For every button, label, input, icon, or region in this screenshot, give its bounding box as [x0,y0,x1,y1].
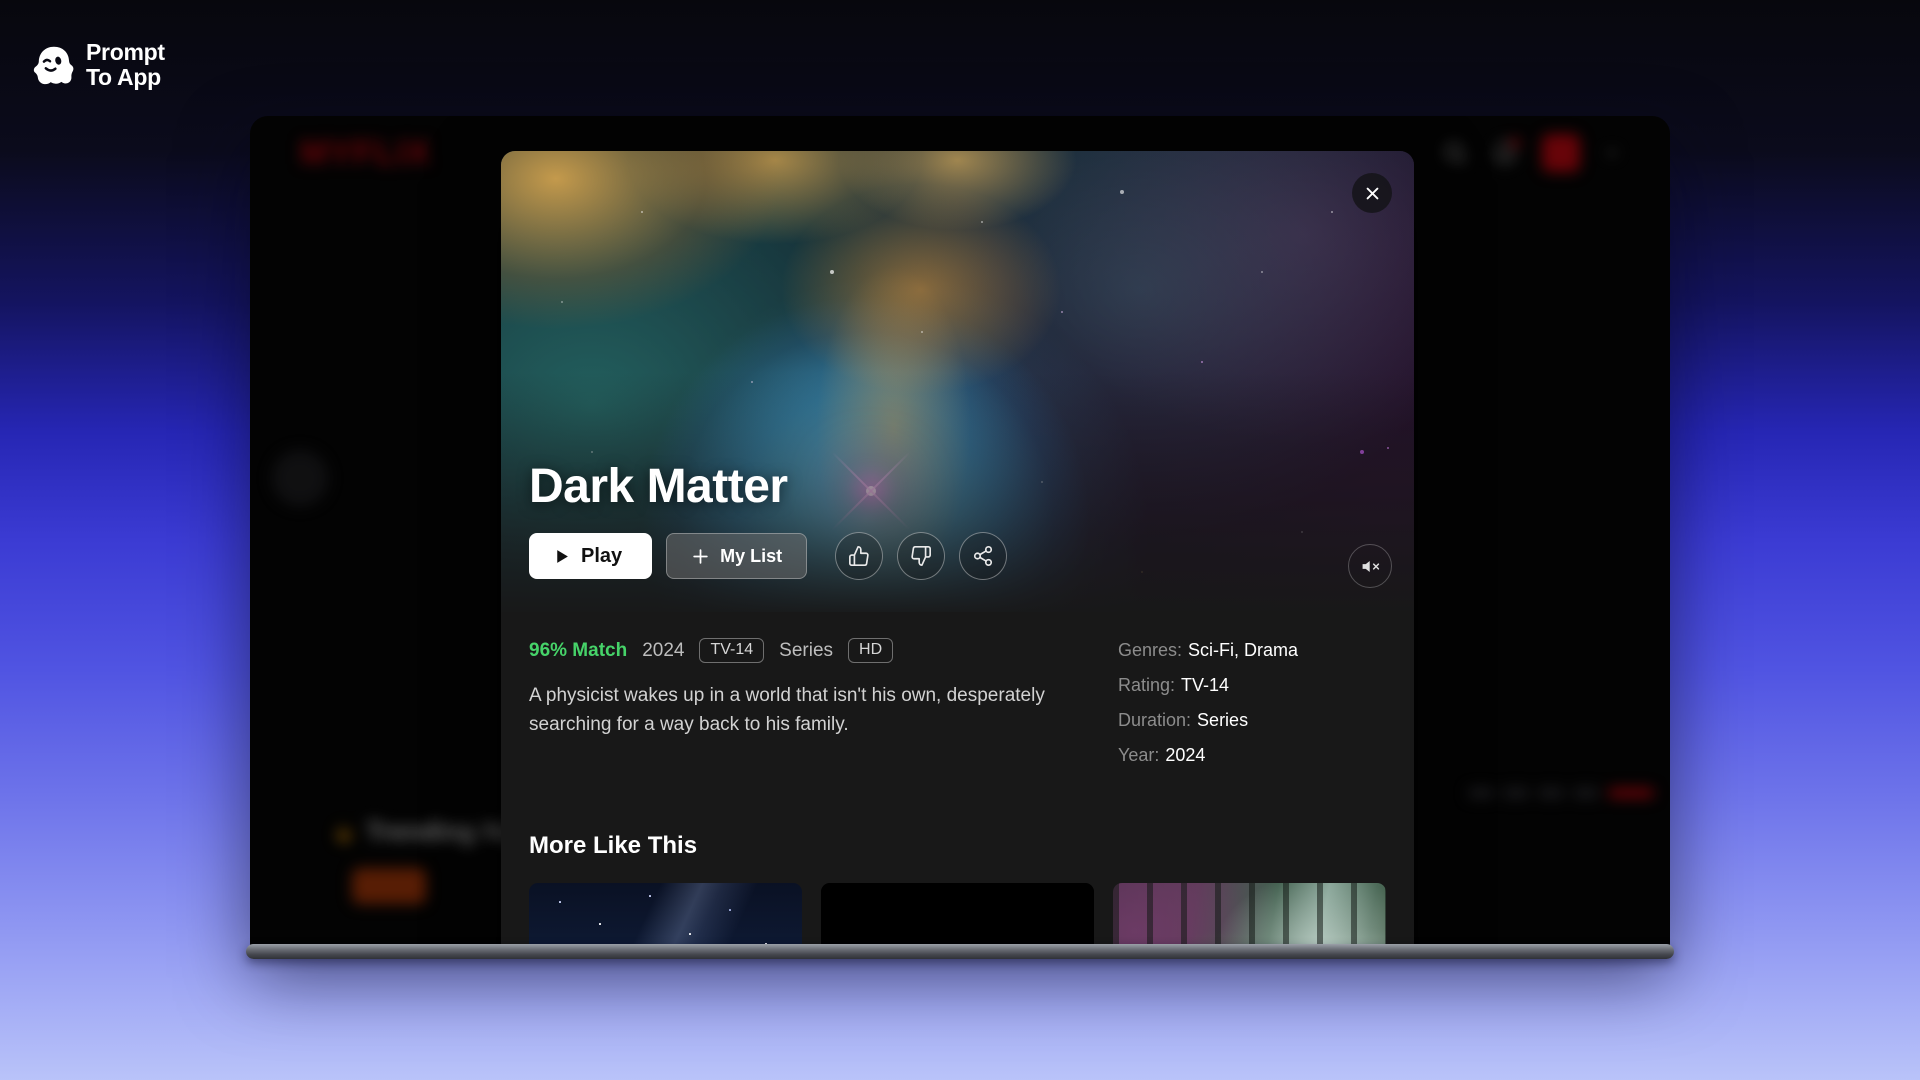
synopsis-text: A physicist wakes up in a world that isn… [529,682,1094,740]
share-icon [972,545,994,567]
thumbs-down-button[interactable] [897,532,945,580]
match-score: 96% Match [529,640,627,662]
close-icon [1364,185,1381,202]
ghost-mascot-icon [30,42,76,88]
muted-speaker-icon [1361,557,1380,576]
similar-card-theater[interactable] [821,883,1094,948]
prompt-to-app-logo: Prompt To App [30,40,165,90]
share-button[interactable] [959,532,1007,580]
similar-card-night-sky[interactable] [529,883,802,948]
details-panel: Genres:Sci-Fi, Drama Rating:TV-14 Durati… [1118,638,1386,780]
detail-genres: Genres:Sci-Fi, Drama [1118,640,1386,661]
brand-wordmark: Prompt To App [86,40,165,90]
thumbs-up-icon [848,545,870,567]
thumbnail-stars [529,883,531,885]
thumbs-down-icon [910,545,932,567]
detail-rating: Rating:TV-14 [1118,675,1386,696]
my-list-button[interactable]: My List [666,533,807,579]
close-modal-button[interactable] [1352,173,1392,213]
play-icon [553,548,570,565]
app-window: MYFLIX Trending Now [250,116,1670,948]
maturity-rating-badge: TV-14 [699,638,764,663]
hero-nebula-image: Dark Matter Play My List [501,151,1414,612]
window-bottom-bar [246,944,1674,959]
detail-year: Year:2024 [1118,745,1386,766]
more-like-this-heading: More Like This [529,832,1386,860]
title-detail-modal: Dark Matter Play My List [501,151,1414,948]
similar-titles-grid [529,883,1386,948]
detail-duration: Duration:Series [1118,710,1386,731]
release-year: 2024 [642,640,684,662]
thumbs-up-button[interactable] [835,532,883,580]
play-button[interactable]: Play [529,533,652,579]
similar-card-forest[interactable] [1113,883,1386,948]
content-type: Series [779,640,833,662]
metadata-row: 96% Match 2024 TV-14 Series HD [529,638,1118,663]
action-buttons-row: Play My List [529,532,1007,580]
hero-stars [501,151,503,153]
movie-title: Dark Matter [529,459,1007,514]
mute-button[interactable] [1348,544,1392,588]
plus-icon [691,547,710,566]
quality-badge: HD [848,638,893,663]
